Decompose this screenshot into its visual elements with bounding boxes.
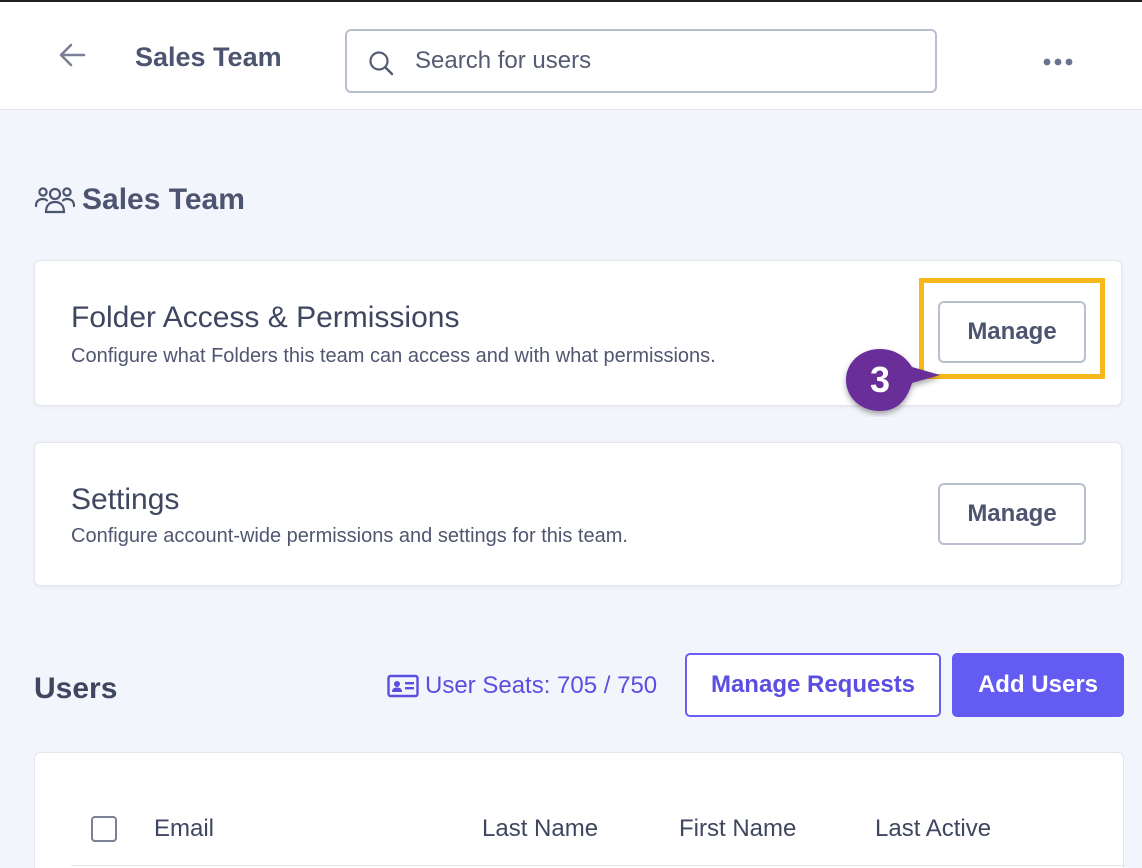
- select-all-checkbox[interactable]: [91, 816, 117, 842]
- settings-title: Settings: [71, 483, 180, 516]
- page-title: Sales Team: [135, 42, 282, 72]
- user-seats-label: User Seats: 705 / 750: [425, 672, 658, 699]
- top-bar: Sales Team: [0, 0, 1142, 110]
- folder-access-description: Configure what Folders this team can acc…: [71, 345, 716, 367]
- team-heading: Sales Team: [34, 180, 245, 220]
- id-card-icon: [387, 674, 419, 698]
- users-table: Email Last Name First Name Last Active: [34, 752, 1125, 868]
- column-header-email[interactable]: Email: [154, 815, 214, 843]
- users-title: Users: [34, 672, 118, 705]
- add-users-button[interactable]: Add Users: [952, 653, 1124, 717]
- settings-description: Configure account-wide permissions and s…: [71, 525, 628, 547]
- settings-manage-button[interactable]: Manage: [938, 483, 1086, 545]
- users-group-icon: [34, 187, 76, 214]
- search-input[interactable]: [415, 41, 915, 81]
- column-header-last-active[interactable]: Last Active: [875, 815, 991, 843]
- search-icon: [369, 51, 394, 76]
- column-header-last-name[interactable]: Last Name: [482, 815, 598, 843]
- arrow-left-icon[interactable]: [56, 38, 90, 72]
- more-horizontal-icon[interactable]: [1040, 52, 1076, 72]
- column-header-first-name[interactable]: First Name: [679, 815, 796, 843]
- settings-card: Settings Configure account-wide permissi…: [34, 442, 1122, 586]
- table-header-divider: [71, 865, 1125, 866]
- manage-requests-button[interactable]: Manage Requests: [685, 653, 941, 717]
- step-number: 3: [869, 359, 891, 400]
- folder-access-manage-button[interactable]: Manage: [938, 301, 1086, 363]
- folder-access-title: Folder Access & Permissions: [71, 301, 460, 334]
- user-seats: User Seats: 705 / 750: [387, 670, 657, 702]
- team-name: Sales Team: [82, 183, 245, 216]
- folder-access-card: Folder Access & Permissions Configure wh…: [34, 260, 1122, 406]
- search-box[interactable]: [345, 29, 937, 93]
